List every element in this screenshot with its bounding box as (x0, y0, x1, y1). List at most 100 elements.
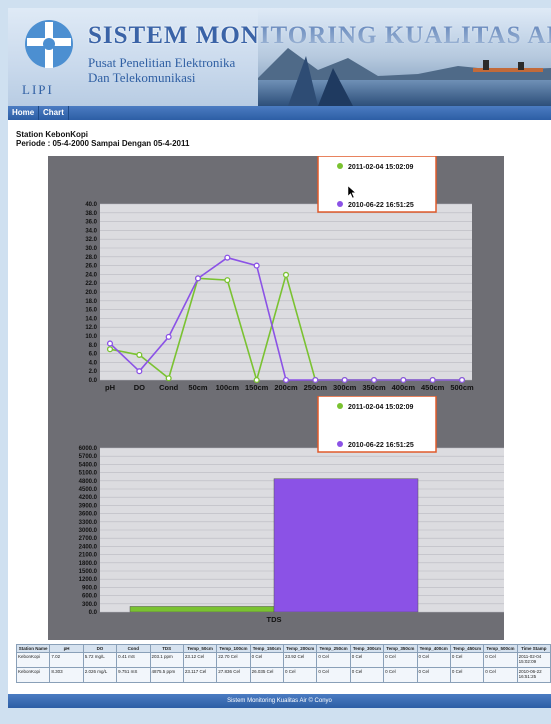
y-tick-label: 6000.0 (79, 446, 98, 452)
y-tick-label: 28.0 (85, 255, 97, 261)
table-cell: 23.117 Cel (182, 667, 218, 683)
table-cell: 22.70 Cel (216, 652, 251, 668)
y-tick-label: 20.0 (85, 290, 97, 296)
y-tick-label: 0.0 (89, 610, 98, 616)
line-chart: 0.0 2.0 4.0 6.0 8.0 10.0 12.0 14.0 16.0 18.0 20.0 2… (85, 156, 474, 392)
station-name: Station KebonKopi (16, 130, 88, 139)
table-header-cell: Time Stamp (516, 644, 551, 653)
x-tick-label: 300cm (333, 383, 357, 392)
x-tick-label: 350cm (362, 383, 386, 392)
table-header-cell: Temp_250cm (316, 644, 351, 653)
table-cell: 0 Cel (483, 652, 518, 668)
y-tick-label: 5400.0 (79, 462, 98, 468)
institution-line-1: Pusat Penelitian Elektronika (88, 55, 236, 70)
y-tick-label: 32.0 (85, 237, 97, 243)
table-cell: KebonKopi (15, 667, 51, 683)
table-header-cell: Temp_400cm (416, 644, 451, 653)
x-tick-label: 100cm (216, 383, 240, 392)
line-chart-panel: 0.0 2.0 4.0 6.0 8.0 10.0 12.0 14.0 16.0 18.0 20.0 2… (48, 156, 504, 396)
data-point (136, 351, 143, 358)
table-cell: 0 Cel (349, 667, 385, 683)
y-tick-label: 4500.0 (79, 487, 98, 493)
y-tick-label: 12.0 (85, 325, 97, 331)
table-cell: KebonKopi (15, 652, 51, 668)
y-tick-label: 900.0 (82, 585, 98, 591)
data-point (282, 271, 290, 278)
y-tick-label: 5700.0 (79, 454, 98, 460)
table-header-cell: pH (49, 644, 84, 653)
y-tick-label: 26.0 (85, 264, 97, 270)
y-tick-label: 34.0 (85, 228, 97, 234)
data-point (400, 376, 407, 384)
nav-bar: Home Chart (8, 106, 551, 120)
y-tick-label: 14.0 (85, 316, 97, 322)
table-cell: 0 Cel (316, 667, 351, 683)
y-tick-label: 2400.0 (79, 544, 98, 550)
page: LIPI SISTEM MONITORING KUALITAS AIR Pusa… (0, 0, 551, 724)
y-tick-label: 5100.0 (79, 471, 98, 477)
data-point (282, 376, 290, 384)
bar (129, 606, 275, 613)
table-cell: 4875.5 ppm (149, 667, 184, 683)
data-point (106, 346, 114, 353)
table-header-cell: Temp_200cm (282, 644, 318, 653)
data-point (136, 368, 143, 375)
bottom-strip (0, 708, 551, 724)
data-point (165, 375, 172, 382)
table-cell: 8.303 (49, 667, 84, 683)
y-tick-label: 0.0 (89, 378, 98, 384)
data-point (341, 376, 348, 384)
data-point (370, 376, 378, 384)
table-header-cell: DO (82, 644, 118, 653)
table-header-cell: Temp_50cm (182, 644, 218, 653)
y-tick-label: 36.0 (85, 220, 97, 226)
table-cell: 0 Cel (416, 652, 451, 668)
y-tick-label: 3300.0 (79, 520, 98, 526)
y-tick-label: 24.0 (85, 272, 97, 278)
y-tick-label: 2.0 (89, 369, 98, 375)
y-tick-label: 6.0 (89, 352, 98, 358)
x-tick-label: pH (105, 383, 115, 392)
y-tick-label: 16.0 (85, 308, 97, 314)
table-cell: 2010-06-22 16:51:25 (516, 667, 551, 683)
x-tick-label: Cond (159, 383, 179, 392)
x-tick-label: 250cm (304, 383, 328, 392)
table-cell: 0 Cel (316, 652, 351, 668)
table-header-cell: Temp_500cm (483, 644, 518, 653)
data-point (106, 340, 114, 347)
institution-line-2: Dan Telekomunikasi (88, 70, 196, 85)
nav-chart[interactable]: Chart (39, 106, 69, 120)
table-cell: 0 Cel (249, 652, 285, 668)
bar-chart-panel: 0.0 300.0 600.0 900.0 1200.0 1500.0 1800.0 2100… (48, 396, 504, 640)
table-cell: 7.02 (49, 652, 84, 668)
y-tick-label: 1800.0 (79, 561, 98, 567)
y-tick-label: 4200.0 (79, 495, 98, 501)
x-tick-label: 400cm (392, 383, 416, 392)
x-tick-label: 500cm (450, 383, 474, 392)
y-tick-label: 600.0 (82, 594, 98, 600)
logo-text: LIPI (22, 82, 54, 97)
table-row: KebonKopi 8.303 2.026 mg/L 9.751 mS 4875.5 p… (15, 667, 551, 683)
table-header-cell: Temp_350cm (383, 644, 418, 653)
bar (273, 478, 419, 613)
nav-home[interactable]: Home (8, 106, 40, 120)
table-header-cell: Temp_450cm (449, 644, 485, 653)
table-cell: 23.92 Cel (282, 652, 318, 668)
table-cell: 0 Cel (416, 667, 451, 683)
legend-label: 2011-02-04 15:02:09 (348, 164, 413, 171)
site-header: LIPI SISTEM MONITORING KUALITAS AIR Pusa… (8, 8, 551, 106)
table-cell: 27.836 Cel (216, 667, 251, 683)
table-cell: 23.12 Cel (182, 652, 218, 668)
lake-photo (258, 8, 551, 106)
period-range: Periode : 05-4-2000 Sampai Dengan 05-4-2… (16, 139, 190, 148)
table-cell: 0.41 mS (116, 652, 151, 668)
legend-label: 2010-06-22 16:51:25 (348, 442, 414, 449)
y-tick-label: 3900.0 (79, 503, 98, 509)
table-cell: 2011-02-04 15:02:09 (516, 652, 551, 668)
data-table: Station Name pH DO Cond TDS Temp_50cm Temp_100… (15, 644, 551, 683)
table-cell: 9.751 mS (116, 667, 151, 683)
table-body: KebonKopi 7.02 5.72 mg/L 0.41 mS 203.1 ppm 23… (15, 652, 551, 683)
y-tick-label: 1200.0 (79, 577, 98, 583)
data-point (194, 275, 202, 282)
data-point (312, 376, 319, 384)
